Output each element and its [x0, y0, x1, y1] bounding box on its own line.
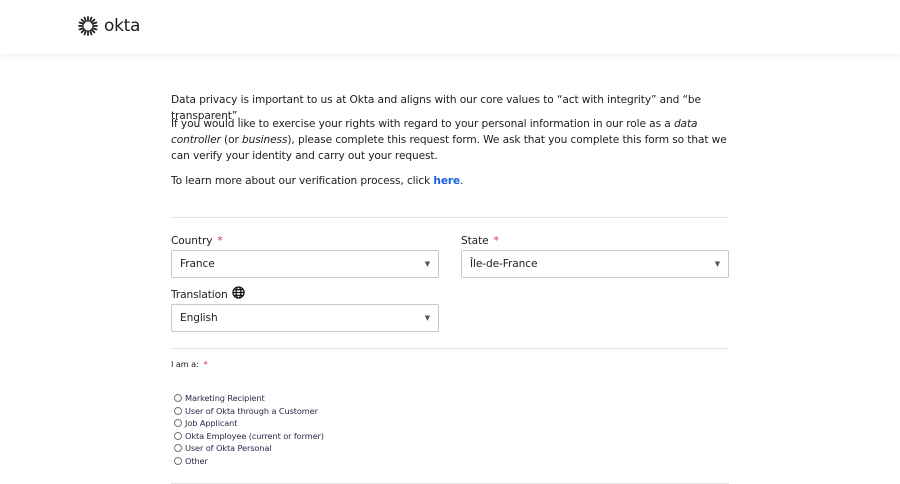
radio-other[interactable]: Other: [174, 455, 324, 468]
intro-paragraph-3: To learn more about our verification pro…: [171, 173, 729, 189]
country-select[interactable]: France ▼: [171, 250, 439, 278]
caret-down-icon: ▼: [424, 260, 430, 268]
role-radio-group: Marketing Recipient User of Okta through…: [174, 392, 324, 467]
country-value: France: [180, 258, 215, 270]
radio-job-applicant[interactable]: Job Applicant: [174, 417, 324, 430]
radio-button[interactable]: [174, 406, 182, 415]
text: Translation: [171, 289, 228, 301]
text: State: [461, 235, 489, 247]
divider: [171, 348, 729, 349]
i-am-label: I am a: *: [171, 359, 208, 369]
country-label: Country *: [171, 235, 223, 247]
caret-down-icon: ▼: [714, 260, 720, 268]
translation-select[interactable]: English ▼: [171, 304, 439, 332]
required-mark: *: [493, 235, 499, 247]
globe-icon: [231, 286, 245, 299]
text: (or: [220, 134, 242, 146]
radio-label: User of Okta through a Customer: [185, 405, 318, 416]
header: okta: [0, 0, 900, 54]
radio-label: Marketing Recipient: [185, 393, 265, 404]
radio-button[interactable]: [174, 394, 182, 403]
text: I am a:: [171, 359, 199, 369]
caret-down-icon: ▼: [424, 314, 430, 322]
radio-button[interactable]: [174, 456, 182, 465]
radio-button[interactable]: [174, 419, 182, 428]
radio-label: Other: [185, 455, 208, 466]
required-mark: *: [203, 359, 208, 369]
radio-okta-employee[interactable]: Okta Employee (current or former): [174, 430, 324, 443]
state-select[interactable]: Île-de-France ▼: [461, 250, 729, 278]
intro-paragraph-2: If you would like to exercise your right…: [171, 116, 729, 164]
text: If you would like to exercise your right…: [171, 118, 674, 130]
radio-user-through-customer[interactable]: User of Okta through a Customer: [174, 405, 324, 418]
radio-label: User of Okta Personal: [185, 443, 272, 454]
translation-value: English: [180, 312, 218, 324]
okta-sunburst-icon: [78, 16, 98, 36]
text: To learn more about our verification pro…: [171, 175, 434, 187]
text: .: [460, 175, 464, 187]
radio-button[interactable]: [174, 431, 182, 440]
logo-text: okta: [104, 16, 141, 36]
state-value: Île-de-France: [470, 258, 538, 270]
translation-label: Translation: [171, 286, 245, 301]
text: Country: [171, 235, 213, 247]
radio-okta-personal[interactable]: User of Okta Personal: [174, 442, 324, 455]
radio-label: Job Applicant: [185, 418, 238, 429]
okta-logo[interactable]: okta: [78, 16, 140, 36]
divider: [171, 217, 729, 218]
radio-button[interactable]: [174, 444, 182, 453]
radio-label: Okta Employee (current or former): [185, 430, 324, 441]
text: business: [242, 134, 288, 146]
radio-marketing-recipient[interactable]: Marketing Recipient: [174, 392, 324, 405]
here-link[interactable]: here: [433, 175, 460, 187]
state-label: State *: [461, 235, 499, 247]
required-mark: *: [217, 235, 223, 247]
